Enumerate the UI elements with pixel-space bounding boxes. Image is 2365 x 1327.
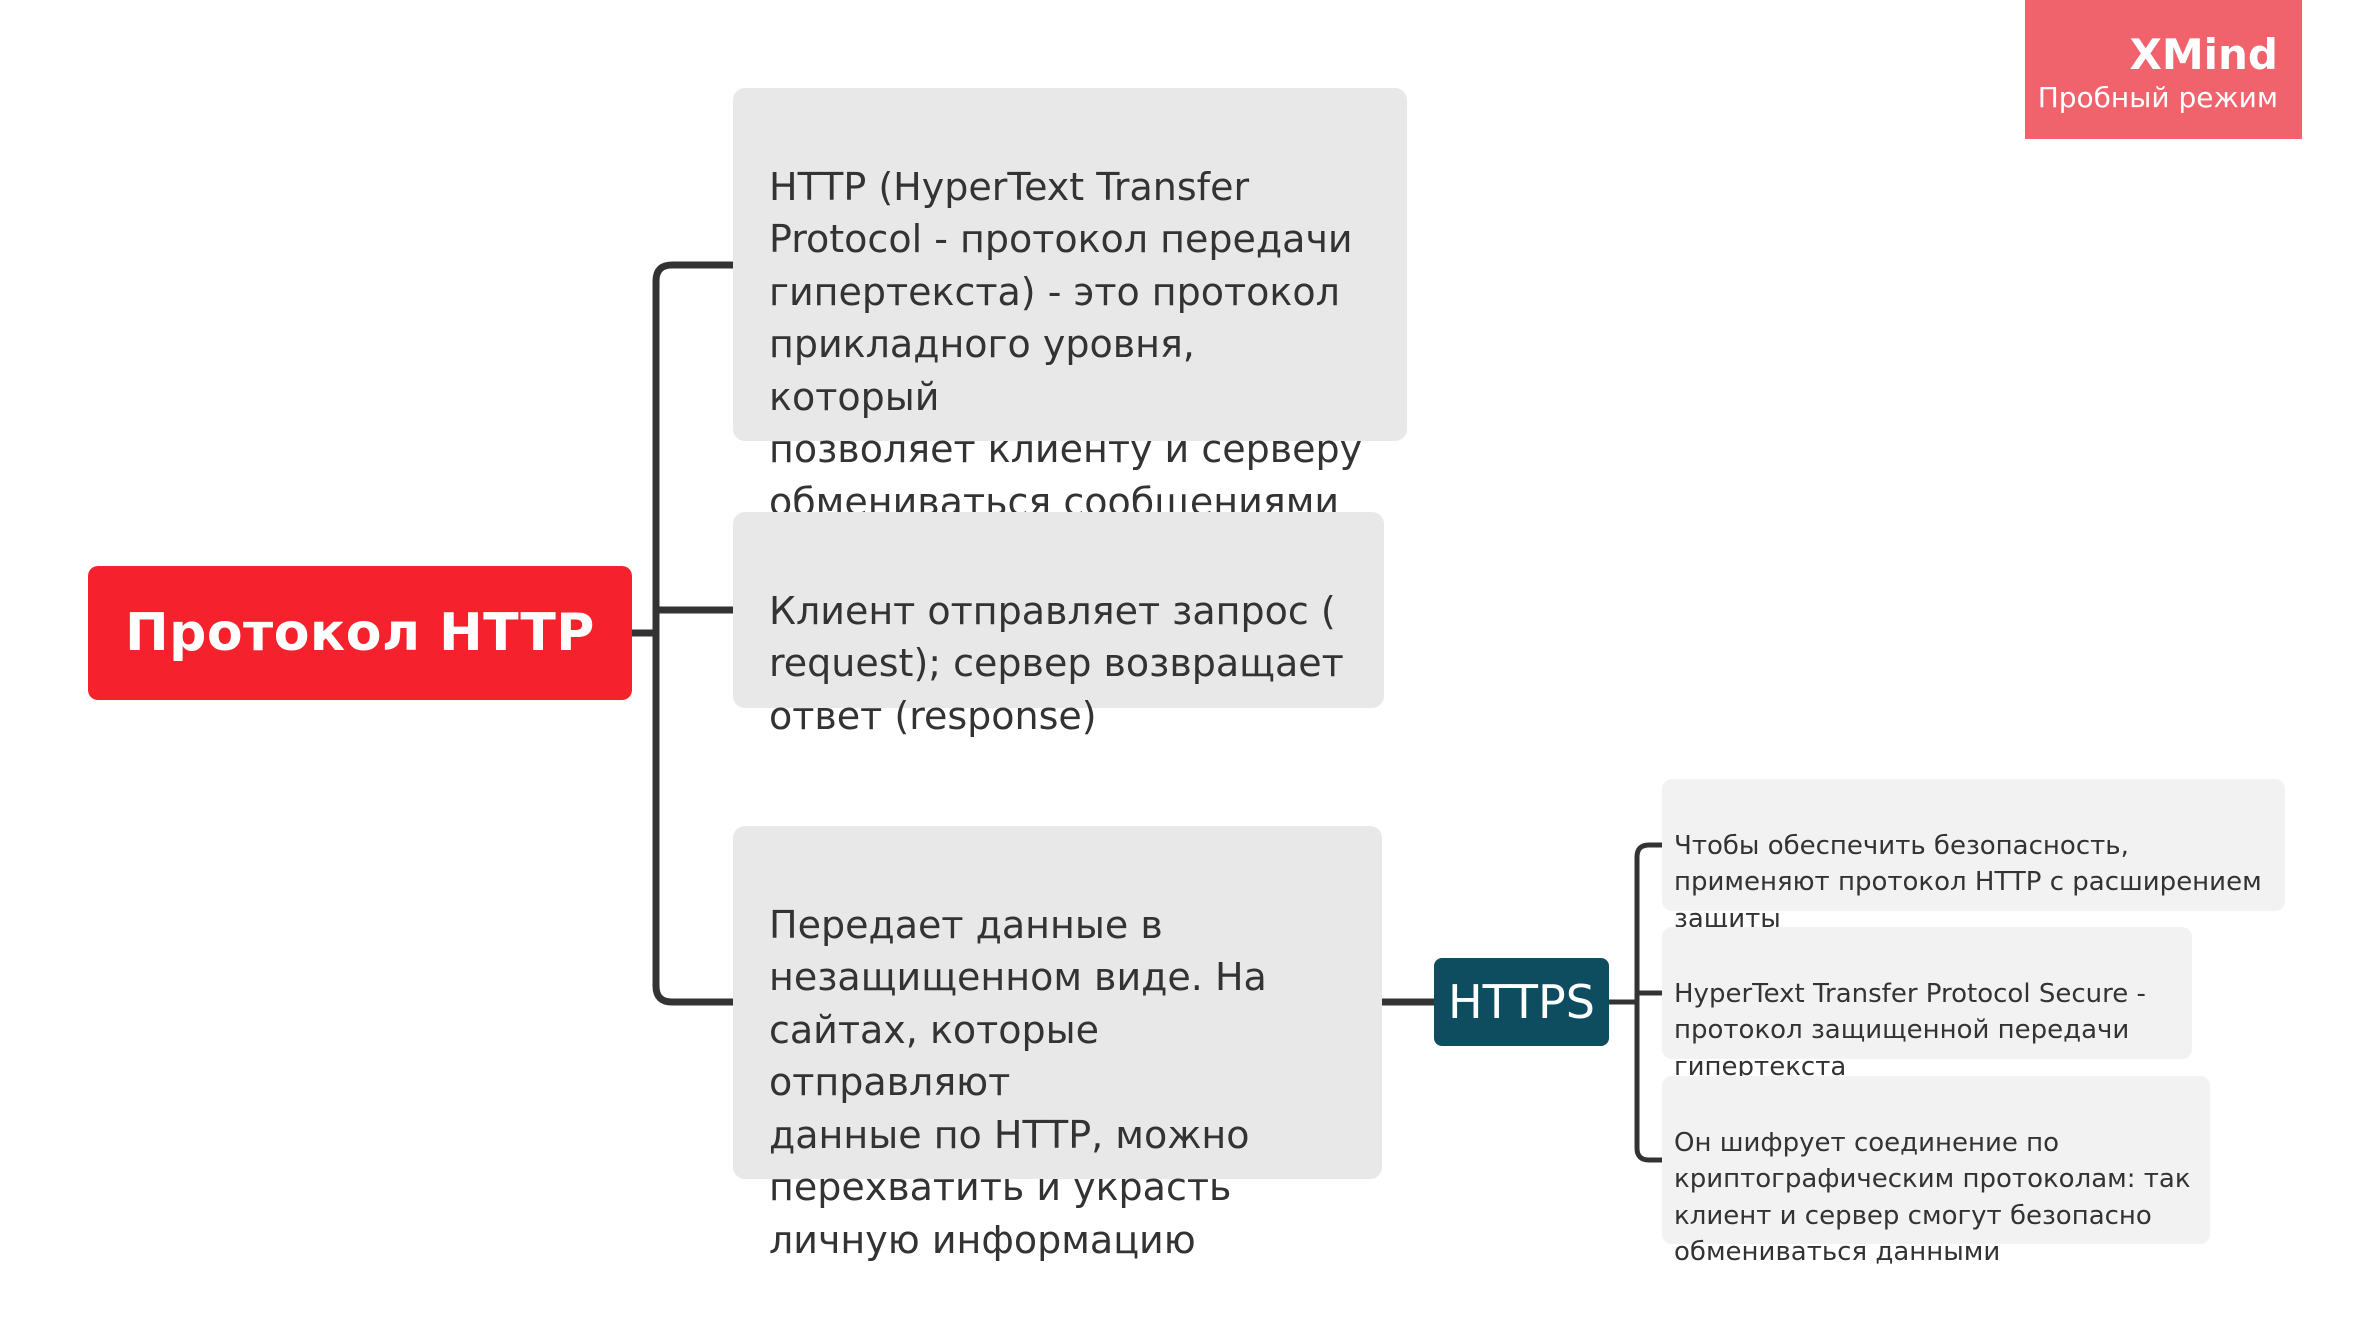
subtopic-https-definition[interactable]: HyperText Transfer Protocol Secure - про…: [1662, 927, 2192, 1082]
trunk-connector: [652, 261, 737, 1006]
https-topic[interactable]: HTTPS: [1434, 958, 1609, 1046]
topic-unsecured-data[interactable]: Передает данные в незащищенном виде. На …: [733, 826, 1382, 1262]
https-topic-label: HTTPS: [1448, 975, 1595, 1029]
subtopic-label: HyperText Transfer Protocol Secure - про…: [1674, 978, 2146, 1082]
watermark-brand: XMind: [2129, 30, 2278, 79]
subtopic-label: Чтобы обеспечить безопасность, применяют…: [1674, 830, 2262, 934]
topic-label: Передает данные в незащищенном виде. На …: [769, 902, 1267, 1262]
subtopic-security[interactable]: Чтобы обеспечить безопасность, применяют…: [1662, 779, 2285, 934]
trial-watermark: XMind Пробный режим: [2025, 0, 2302, 139]
topic-request-response[interactable]: Клиент отправляет запрос ( request); сер…: [733, 512, 1384, 738]
subtopic-label: Он шифрует соединение по криптографическ…: [1674, 1127, 2191, 1268]
subtopic-encryption[interactable]: Он шифрует соединение по криптографическ…: [1662, 1076, 2210, 1267]
topic-label: HTTP (HyperText Transfer Protocol - прот…: [769, 164, 1363, 524]
topic-http-definition[interactable]: HTTP (HyperText Transfer Protocol - прот…: [733, 88, 1407, 524]
sub-trunk-connector: [1634, 842, 1665, 1163]
root-topic[interactable]: Протокол HTTP: [88, 566, 632, 700]
watermark-mode: Пробный режим: [2037, 81, 2278, 114]
root-topic-label: Протокол HTTP: [125, 603, 595, 663]
topic-label: Клиент отправляет запрос ( request); сер…: [769, 588, 1344, 738]
